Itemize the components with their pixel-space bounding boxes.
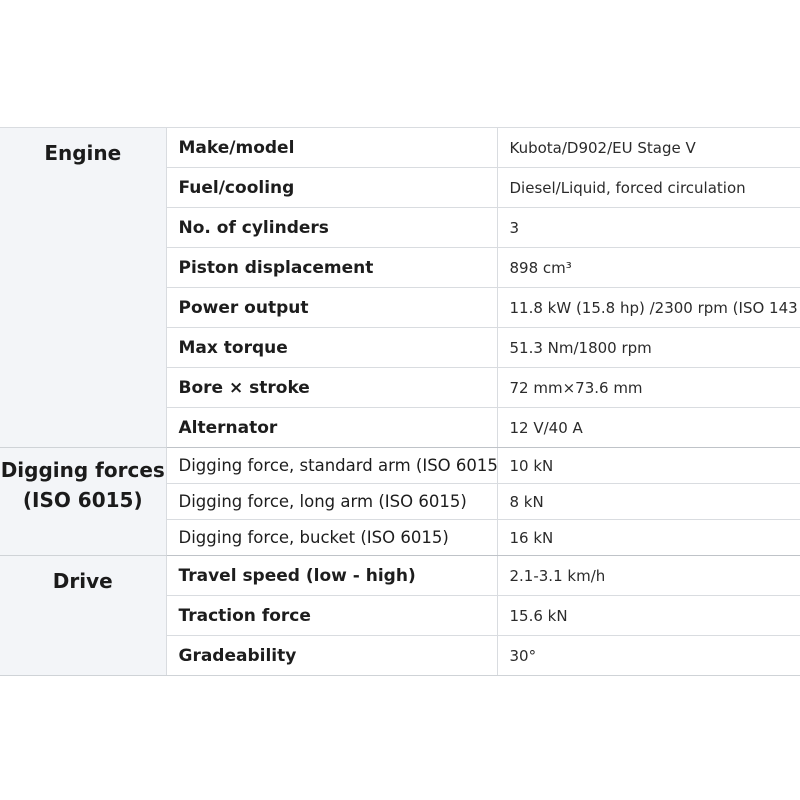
row-value: 72 mm×73.6 mm bbox=[497, 367, 800, 408]
row-value: 898 cm³ bbox=[497, 247, 800, 288]
row-value: 2.1-3.1 km/h bbox=[497, 555, 800, 596]
row-value: 10 kN bbox=[497, 447, 800, 484]
table-row: Digging forces (ISO 6015) Digging force,… bbox=[0, 447, 800, 556]
row-value: 51.3 Nm/1800 rpm bbox=[497, 327, 800, 368]
row-label: Digging force, long arm (ISO 6015) bbox=[166, 483, 498, 520]
row-label: Digging force, bucket (ISO 6015) bbox=[166, 519, 498, 556]
row-value: 30° bbox=[497, 635, 800, 676]
row-label: Bore × stroke bbox=[166, 367, 498, 408]
row-label: Make/model bbox=[166, 127, 498, 168]
group-header-drive: Drive bbox=[0, 555, 167, 676]
row-value: Kubota/D902/EU Stage V bbox=[497, 127, 800, 168]
row-label: Travel speed (low - high) bbox=[166, 555, 498, 596]
group-header-digging-forces: Digging forces (ISO 6015) bbox=[0, 447, 167, 556]
row-value: 3 bbox=[497, 207, 800, 248]
row-label: Digging force, standard arm (ISO 6015) bbox=[166, 447, 498, 484]
group-header-engine: Engine bbox=[0, 127, 167, 448]
row-value: 15.6 kN bbox=[497, 595, 800, 636]
row-label: Fuel/cooling bbox=[166, 167, 498, 208]
row-value: 11.8 kW (15.8 hp) /2300 rpm (ISO 143 bbox=[497, 287, 800, 328]
row-value: 12 V/40 A bbox=[497, 407, 800, 448]
row-label: No. of cylinders bbox=[166, 207, 498, 248]
row-value: 8 kN bbox=[497, 483, 800, 520]
row-label: Max torque bbox=[166, 327, 498, 368]
row-value: 16 kN bbox=[497, 519, 800, 556]
table-row: Drive Travel speed (low - high) 2.1-3.1 … bbox=[0, 555, 800, 676]
row-label: Piston displacement bbox=[166, 247, 498, 288]
row-label: Alternator bbox=[166, 407, 498, 448]
row-value: Diesel/Liquid, forced circulation bbox=[497, 167, 800, 208]
spec-table-viewport: Engine Make/model Kubota/D902/EU Stage V… bbox=[0, 0, 800, 800]
table-row: Engine Make/model Kubota/D902/EU Stage V bbox=[0, 127, 800, 448]
row-label: Power output bbox=[166, 287, 498, 328]
row-label: Gradeability bbox=[166, 635, 498, 676]
row-label: Traction force bbox=[166, 595, 498, 636]
spec-table: Engine Make/model Kubota/D902/EU Stage V… bbox=[0, 127, 800, 676]
